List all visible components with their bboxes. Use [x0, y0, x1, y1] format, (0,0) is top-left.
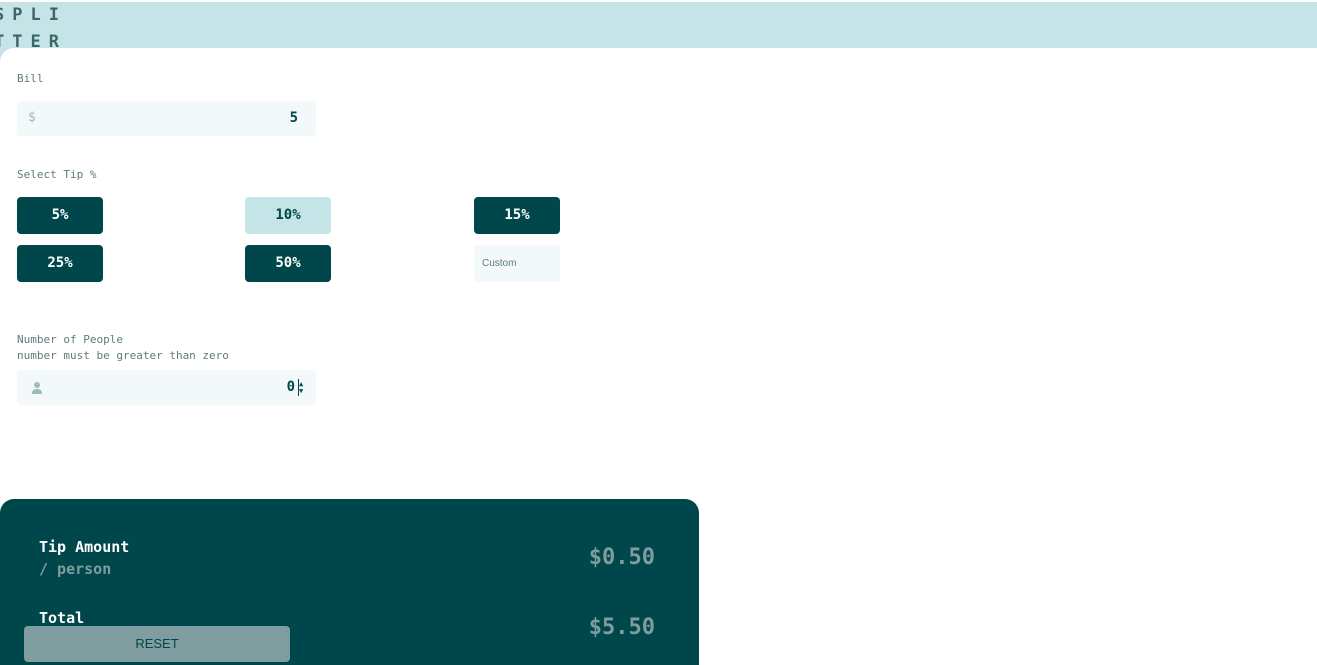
number-spinner[interactable]: ▲ ▼	[299, 381, 307, 395]
tip-amount-value: $0.50	[588, 545, 655, 570]
tip-amount-per-person: / person	[39, 560, 112, 578]
reset-button[interactable]: RESET	[24, 626, 290, 662]
tip-button-10[interactable]: 10%	[245, 197, 331, 234]
bill-input[interactable]: $ 5	[17, 101, 316, 136]
tip-button-25[interactable]: 25%	[17, 245, 103, 282]
people-error-message: number must be greater than zero	[17, 349, 229, 362]
people-input[interactable]: 0 ▲ ▼	[17, 370, 316, 405]
bill-label: Bill	[17, 72, 44, 85]
tip-label: Select Tip %	[17, 168, 97, 181]
person-icon	[32, 382, 42, 394]
total-label: Total	[39, 609, 85, 627]
custom-tip-input[interactable]: Custom	[474, 245, 560, 282]
tip-button-5[interactable]: 5%	[17, 197, 103, 234]
tip-button-50[interactable]: 50%	[245, 245, 331, 282]
bill-value: 5	[289, 110, 298, 126]
total-value: $5.50	[588, 615, 655, 640]
dollar-icon: $	[28, 110, 36, 125]
app-header: SPLI TTER	[0, 0, 1317, 52]
people-label: Number of People	[17, 333, 123, 346]
tip-button-15[interactable]: 15%	[474, 197, 560, 234]
people-value: 0	[286, 379, 295, 395]
tip-amount-label: Tip Amount	[39, 538, 130, 556]
logo-line-1: SPLI	[0, 5, 67, 25]
